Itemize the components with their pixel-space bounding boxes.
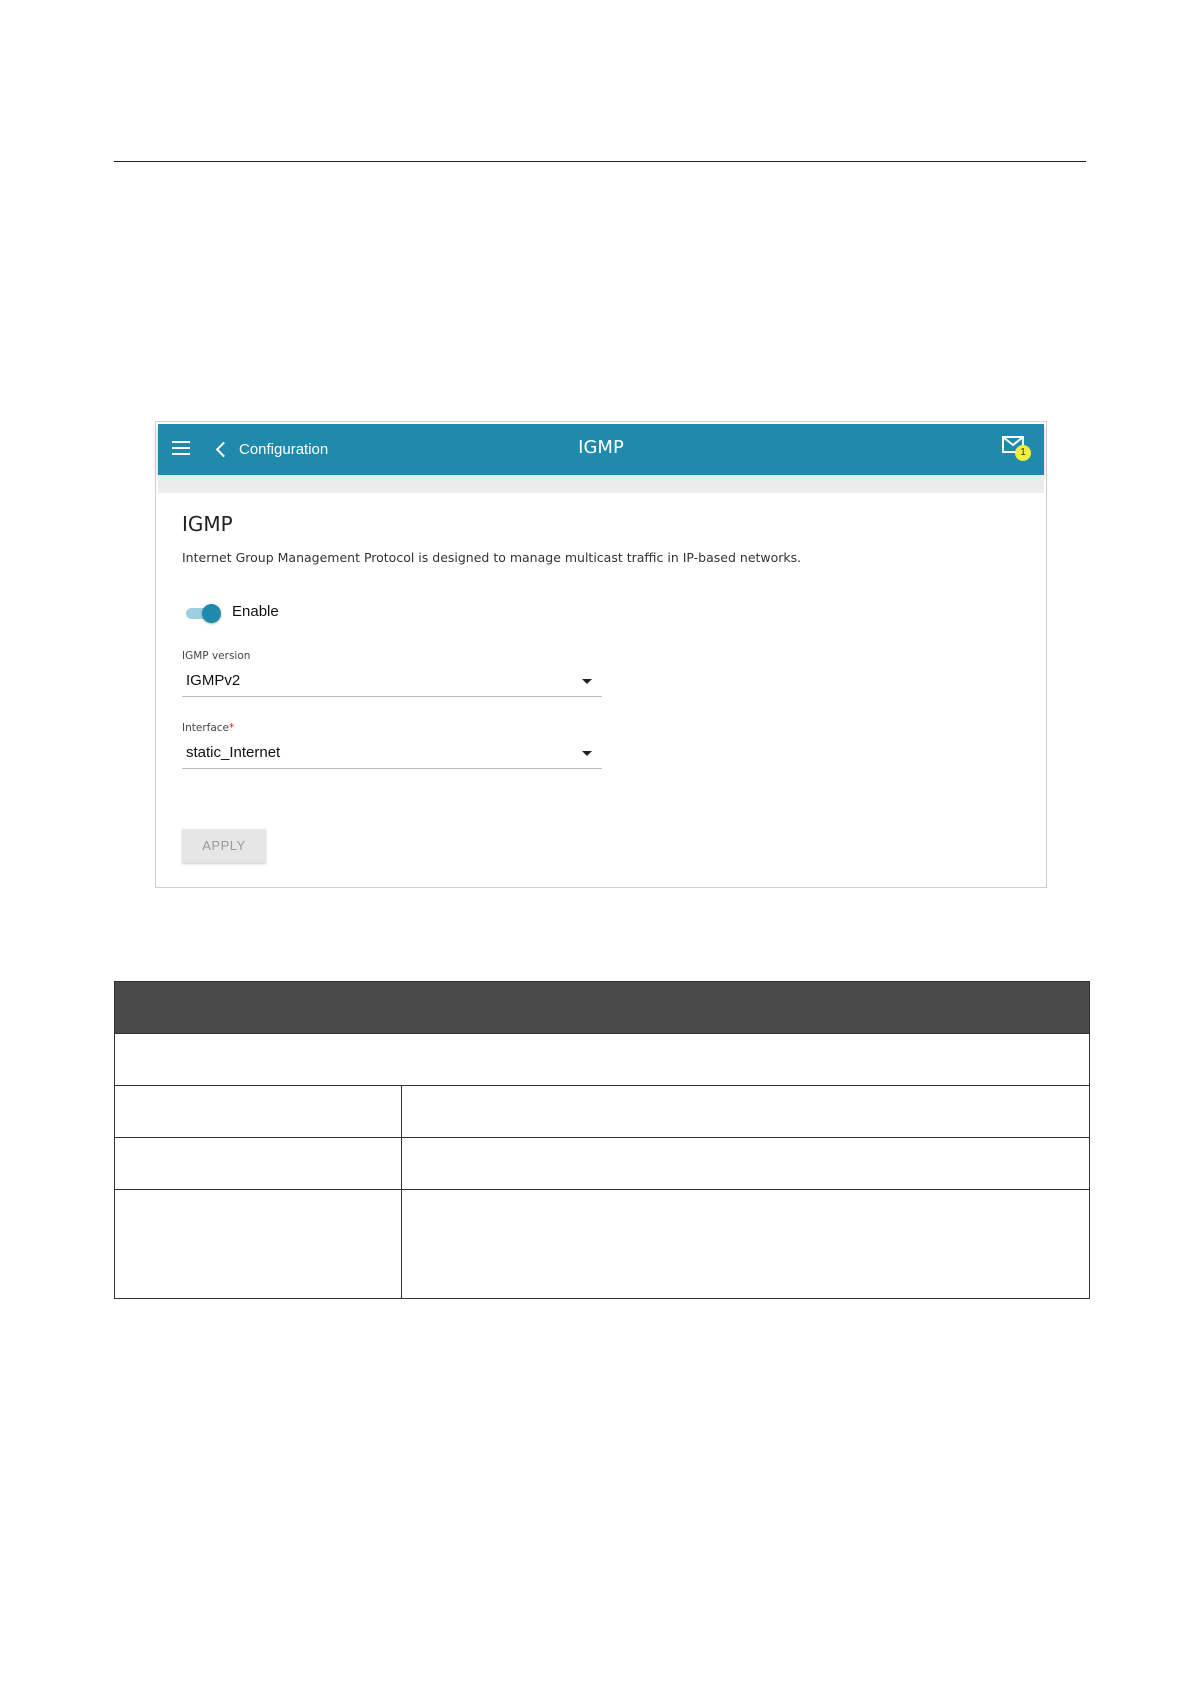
table-desc-cell bbox=[401, 1189, 1090, 1299]
table-section-row bbox=[114, 1033, 1090, 1086]
table-desc-cell bbox=[401, 1085, 1090, 1138]
interface-value: static_Internet bbox=[186, 744, 281, 761]
enable-toggle[interactable] bbox=[186, 603, 222, 623]
required-mark: * bbox=[229, 722, 235, 734]
table-param-cell bbox=[114, 1137, 402, 1190]
section-title: IGMP bbox=[182, 512, 233, 536]
table-param-cell bbox=[114, 1085, 402, 1138]
parameters-table bbox=[114, 981, 1090, 1299]
table-param-cell bbox=[114, 1189, 402, 1299]
table-header-row bbox=[114, 981, 1090, 1034]
table-header-cell bbox=[114, 981, 1090, 1034]
table-row bbox=[114, 1137, 1090, 1190]
igmp-version-label: IGMP version bbox=[182, 650, 251, 662]
table-row bbox=[114, 1189, 1090, 1299]
top-bar: Configuration IGMP 1 bbox=[158, 424, 1044, 475]
notifications-button[interactable]: 1 bbox=[1002, 436, 1031, 461]
interface-select[interactable]: static_Internet bbox=[182, 738, 602, 769]
caret-down-icon bbox=[582, 679, 592, 684]
notification-badge: 1 bbox=[1015, 445, 1031, 461]
table-row bbox=[114, 1085, 1090, 1138]
enable-label: Enable bbox=[232, 603, 279, 620]
table-section-cell bbox=[114, 1033, 1090, 1086]
page-title: IGMP bbox=[578, 437, 624, 458]
igmp-version-select[interactable]: IGMPv2 bbox=[182, 666, 602, 697]
topbar-shadow bbox=[158, 475, 1044, 493]
toggle-knob bbox=[202, 604, 221, 623]
caret-down-icon bbox=[582, 751, 592, 756]
igmp-version-value: IGMPv2 bbox=[186, 672, 241, 689]
apply-button[interactable]: APPLY bbox=[182, 829, 266, 863]
table-desc-cell bbox=[401, 1137, 1090, 1190]
interface-label: Interface* bbox=[182, 722, 235, 734]
page-header-rule bbox=[114, 161, 1086, 162]
router-ui-screenshot: Configuration IGMP 1 IGMP Internet Group… bbox=[155, 421, 1047, 888]
section-description: Internet Group Management Protocol is de… bbox=[182, 550, 802, 565]
